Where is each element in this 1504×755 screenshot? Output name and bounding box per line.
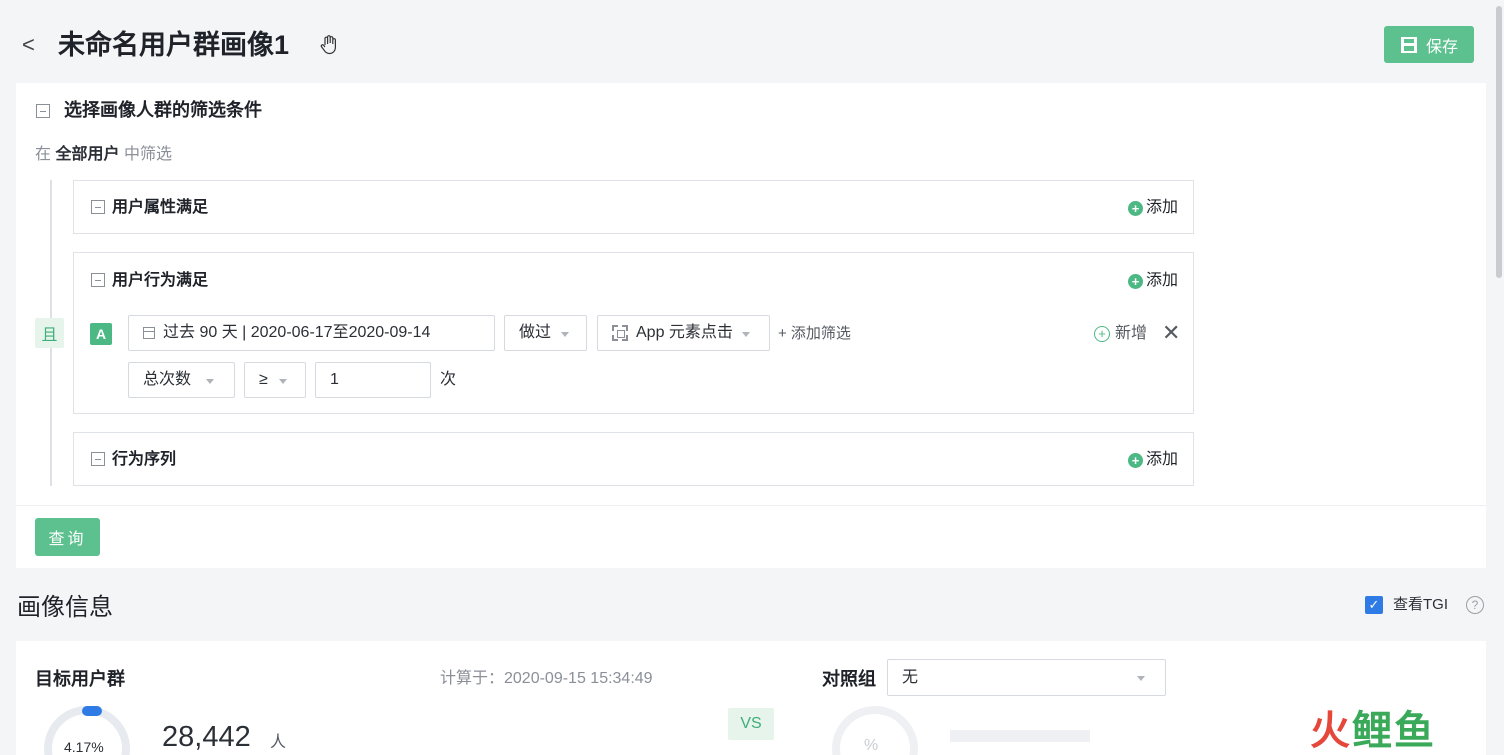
metric-select[interactable]: 总次数 <box>128 362 235 398</box>
event-select[interactable]: App 元素点击 <box>597 315 770 351</box>
plus-circle-icon: + <box>1127 452 1143 468</box>
behavior-group-label: 用户行为满足 <box>112 272 209 289</box>
scope-suffix: 中筛选 <box>123 146 172 163</box>
page-title: 未命名用户群画像1 <box>58 30 290 60</box>
caret-down-icon <box>279 379 287 384</box>
threshold-input[interactable]: 1 <box>315 362 431 398</box>
checkbox-icon[interactable]: ✓ <box>1365 596 1383 614</box>
threshold-unit: 次 <box>440 371 457 388</box>
add-behavior-button[interactable]: + 添加 <box>1127 270 1178 292</box>
new-rule-button[interactable]: + 新增 <box>1094 323 1147 345</box>
target-ratio-arc <box>82 706 102 716</box>
target-user-count-unit: 人 <box>270 734 287 751</box>
threshold-value: 1 <box>330 371 339 388</box>
focus-icon <box>612 325 628 341</box>
compare-placeholder-bar <box>950 730 1090 742</box>
sequence-condition-group: 行为序列 + 添加 <box>73 432 1194 486</box>
compare-group-select[interactable]: 无 <box>887 659 1166 696</box>
compare-ratio-value: % <box>864 737 879 754</box>
plus-circle-outline-icon: + <box>1094 326 1110 342</box>
close-icon[interactable]: ✕ <box>1162 321 1180 345</box>
help-icon[interactable]: ? <box>1466 596 1484 614</box>
vs-badge: VS <box>728 708 774 740</box>
plus-circle-icon: + <box>1127 273 1143 289</box>
chevron-left-icon: < <box>22 32 35 57</box>
filter-scope: 在 全部用户 中筛选 <box>35 144 172 166</box>
scrollbar-track[interactable] <box>1494 0 1504 755</box>
metric-value: 总次数 <box>143 371 192 388</box>
tgi-toggle-label[interactable]: 查看TGI <box>1393 595 1448 615</box>
add-label: 添加 <box>1145 272 1178 289</box>
portrait-section-title: 画像信息 <box>17 594 113 621</box>
caret-down-icon <box>561 332 569 337</box>
action-select[interactable]: 做过 <box>504 315 587 351</box>
add-filter-button[interactable]: + 添加筛选 <box>778 324 851 344</box>
new-rule-label: 新增 <box>1115 325 1148 342</box>
add-label: 添加 <box>1145 451 1178 468</box>
caret-down-icon <box>206 379 214 384</box>
watermark-part2: 鲤鱼 <box>1352 709 1436 753</box>
save-button-label: 保存 <box>1425 38 1458 56</box>
operator-value: ≥ <box>259 371 268 388</box>
calc-timestamp: 计算于：2020-09-15 15:34:49 <box>440 670 653 687</box>
scope-prefix: 在 <box>35 146 52 163</box>
calendar-icon <box>143 327 155 339</box>
event-value: App 元素点击 <box>636 324 733 341</box>
watermark-logo: 火鲤鱼 <box>1310 708 1436 754</box>
scrollbar-thumb[interactable] <box>1496 6 1502 278</box>
scope-value[interactable]: 全部用户 <box>55 146 119 163</box>
action-value: 做过 <box>519 324 552 341</box>
date-range-picker[interactable]: 过去 90 天 | 2020-06-17至2020-09-14 <box>128 315 495 351</box>
caret-down-icon <box>1137 676 1145 681</box>
save-button[interactable]: 保存 <box>1384 26 1474 63</box>
collapse-icon[interactable] <box>91 200 105 214</box>
plus-circle-icon: + <box>1127 200 1143 216</box>
compare-group-label: 对照组 <box>822 669 876 689</box>
operator-select[interactable]: ≥ <box>244 362 306 398</box>
attribute-condition-group: 用户属性满足 + 添加 <box>73 180 1194 234</box>
collapse-icon[interactable] <box>91 452 105 466</box>
target-group-label: 目标用户群 <box>35 669 125 689</box>
and-toggle[interactable]: 且 <box>35 318 64 348</box>
back-button[interactable]: < <box>22 31 35 59</box>
date-range-value: 过去 90 天 | 2020-06-17至2020-09-14 <box>163 324 431 341</box>
query-button[interactable]: 查询 <box>35 518 100 556</box>
rule-badge: A <box>90 323 112 345</box>
filter-section-title: 选择画像人群的筛选条件 <box>64 100 262 120</box>
hand-cursor-icon <box>320 35 336 55</box>
watermark-part1: 火 <box>1310 709 1352 753</box>
save-icon <box>1400 36 1417 53</box>
add-label: 添加 <box>1145 199 1178 216</box>
sequence-group-label: 行为序列 <box>112 451 177 468</box>
add-attribute-button[interactable]: + 添加 <box>1127 197 1178 219</box>
add-sequence-button[interactable]: + 添加 <box>1127 449 1178 471</box>
compare-group-value: 无 <box>902 668 919 686</box>
target-user-count: 28,442 <box>162 721 251 753</box>
collapse-icon[interactable] <box>36 104 50 118</box>
collapse-icon[interactable] <box>91 273 105 287</box>
attribute-group-label: 用户属性满足 <box>112 199 209 216</box>
caret-down-icon <box>742 332 750 337</box>
panel-divider <box>16 505 1486 506</box>
target-ratio-value: 4.17% <box>64 739 104 755</box>
